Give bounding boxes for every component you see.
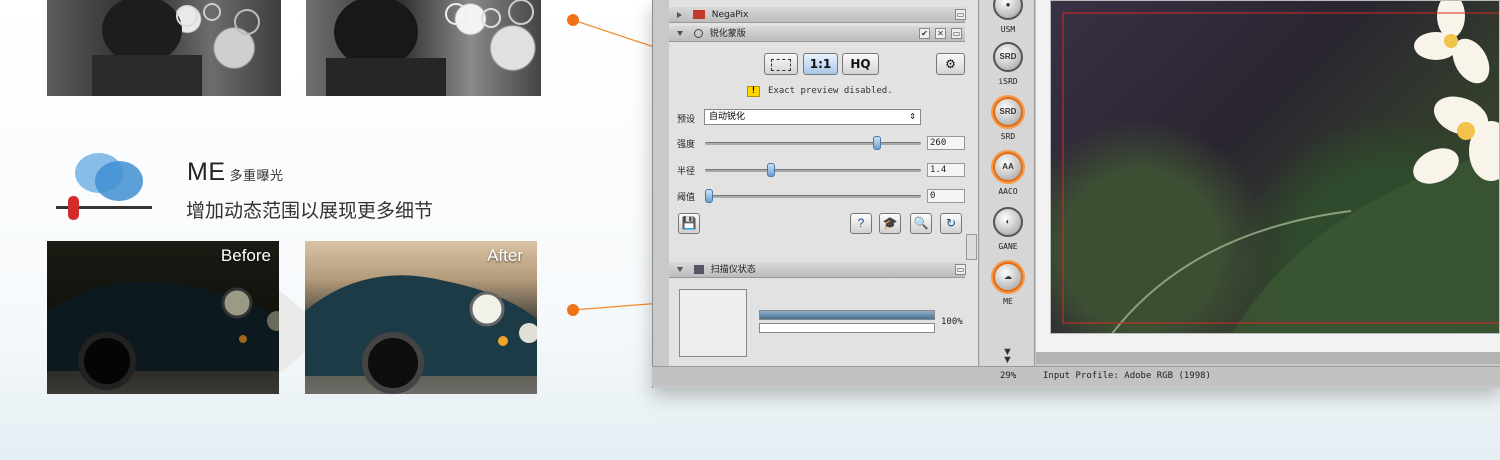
scan-thumbnail <box>679 289 747 357</box>
tool-me-icon: ☁ <box>1004 272 1012 281</box>
frangipani-flowers <box>1062 1 1499 333</box>
tool-label: AACO <box>998 187 1018 196</box>
panel-title: 扫描仪状态 <box>710 265 756 275</box>
more-tools-icon[interactable]: ▼ ▼ <box>1002 347 1013 366</box>
fit-icon <box>771 58 791 71</box>
settings-button[interactable]: ⚙ <box>936 53 965 75</box>
scanner-icon <box>693 265 704 274</box>
hq-button[interactable]: HQ <box>842 53 879 75</box>
scan-progress-bar <box>759 310 935 320</box>
magnifier-icon: 🔍 <box>913 216 929 230</box>
fit-view-button[interactable] <box>764 53 798 75</box>
panel-header-scanner-status[interactable]: 扫描仪状态 ▭ <box>669 262 966 278</box>
slider-label: 半径 <box>677 167 696 177</box>
tool-label: SRD <box>1000 132 1016 141</box>
panel-menu-icon[interactable]: ▭ <box>951 28 962 39</box>
slider-label: 阈值 <box>677 193 696 203</box>
callout-dot <box>567 14 579 26</box>
tool-srd-icon: SRD <box>999 107 1017 116</box>
zoom-button[interactable]: 🔍 <box>910 213 932 234</box>
panel-title: NegaPix <box>711 10 749 20</box>
reset-button[interactable]: ↻ <box>940 213 962 234</box>
slider-label: 强度 <box>677 140 696 150</box>
gear-icon: ⚙ <box>945 57 956 71</box>
save-icon: 💾 <box>681 216 697 230</box>
close-icon[interactable]: ✕ <box>935 28 946 39</box>
tool-label: ME <box>1003 297 1013 306</box>
one-to-one-button[interactable]: 1:1 <box>803 53 838 75</box>
panel-scrollbar[interactable] <box>966 234 977 260</box>
preset-label: 预设 <box>677 115 696 125</box>
threshold-slider-track[interactable] <box>705 195 921 198</box>
tool-gane-icon: ◐ <box>1005 217 1011 226</box>
threshold-value[interactable]: 0 <box>927 189 965 203</box>
select-arrow-icon: ⇕ <box>909 112 916 121</box>
radius-slider-thumb[interactable] <box>767 163 776 177</box>
callout-dot <box>567 304 579 316</box>
panel-header-negapix[interactable]: NegaPix ▭ <box>669 7 966 23</box>
settings-panel: NegaPix ▭ 锐化蒙版 ✔ ✕ ▭ 1:1 HQ ⚙ ! Exact pre… <box>669 0 979 372</box>
preview-image[interactable] <box>1050 0 1500 334</box>
tool-srd-button[interactable]: SRD <box>993 97 1023 127</box>
save-button[interactable]: 💾 <box>678 213 700 234</box>
scan-progress-fill <box>760 311 934 319</box>
help-icon: ? <box>857 216 865 230</box>
zoom-level: 29% <box>1000 371 1017 381</box>
status-bar: 29% Input Profile: Adobe RGB (1998) <box>652 366 1500 386</box>
tool-me-button[interactable]: ☁ <box>993 262 1023 292</box>
sharpen-icon <box>693 29 703 38</box>
radius-slider-track[interactable] <box>705 169 921 172</box>
strength-value[interactable]: 260 <box>927 136 965 150</box>
tool-aaco-button[interactable]: AA <box>993 152 1023 182</box>
tool-isrd-icon: SRD <box>999 52 1017 61</box>
panel-header-sharpen[interactable]: 锐化蒙版 ✔ ✕ ▭ <box>669 26 965 42</box>
strength-slider-track[interactable] <box>705 142 921 145</box>
panel-title: 锐化蒙版 <box>709 29 746 39</box>
tool-gane-button[interactable]: ◐ <box>993 207 1023 237</box>
negapix-icon <box>692 10 705 19</box>
preset-select[interactable]: 自动锐化 ⇕ <box>704 109 921 125</box>
collapse-icon <box>677 267 683 272</box>
collapse-icon <box>677 31 683 36</box>
graduation-cap-icon: 🎓 <box>882 216 898 230</box>
tool-label: USM <box>1000 25 1016 34</box>
preview-warning: ! Exact preview disabled. <box>747 86 893 97</box>
tool-label: iSRD <box>998 77 1018 86</box>
expand-icon <box>677 11 682 18</box>
radius-value[interactable]: 1.4 <box>927 163 965 177</box>
strength-slider-thumb[interactable] <box>873 136 882 150</box>
panel-menu-icon[interactable]: ▭ <box>955 9 966 20</box>
tutorial-button[interactable]: 🎓 <box>879 213 901 234</box>
help-button[interactable]: ? <box>850 213 872 234</box>
refresh-icon: ↻ <box>945 216 957 230</box>
secondary-progress-bar <box>759 323 935 333</box>
tool-label: GANE <box>998 242 1018 251</box>
horizontal-scrollbar[interactable] <box>1036 352 1500 364</box>
tool-isrd-button[interactable]: SRD <box>993 42 1023 72</box>
warning-icon: ! <box>747 86 760 97</box>
panel-menu-icon[interactable]: ▭ <box>955 264 966 275</box>
input-profile: Input Profile: Adobe RGB (1998) <box>1043 371 1211 381</box>
progress-percent: 100% <box>941 317 963 327</box>
check-icon[interactable]: ✔ <box>919 28 930 39</box>
tool-usm-icon: ● <box>1005 0 1011 9</box>
tool-aaco-icon: AA <box>1002 162 1014 171</box>
threshold-slider-thumb[interactable] <box>705 189 713 203</box>
